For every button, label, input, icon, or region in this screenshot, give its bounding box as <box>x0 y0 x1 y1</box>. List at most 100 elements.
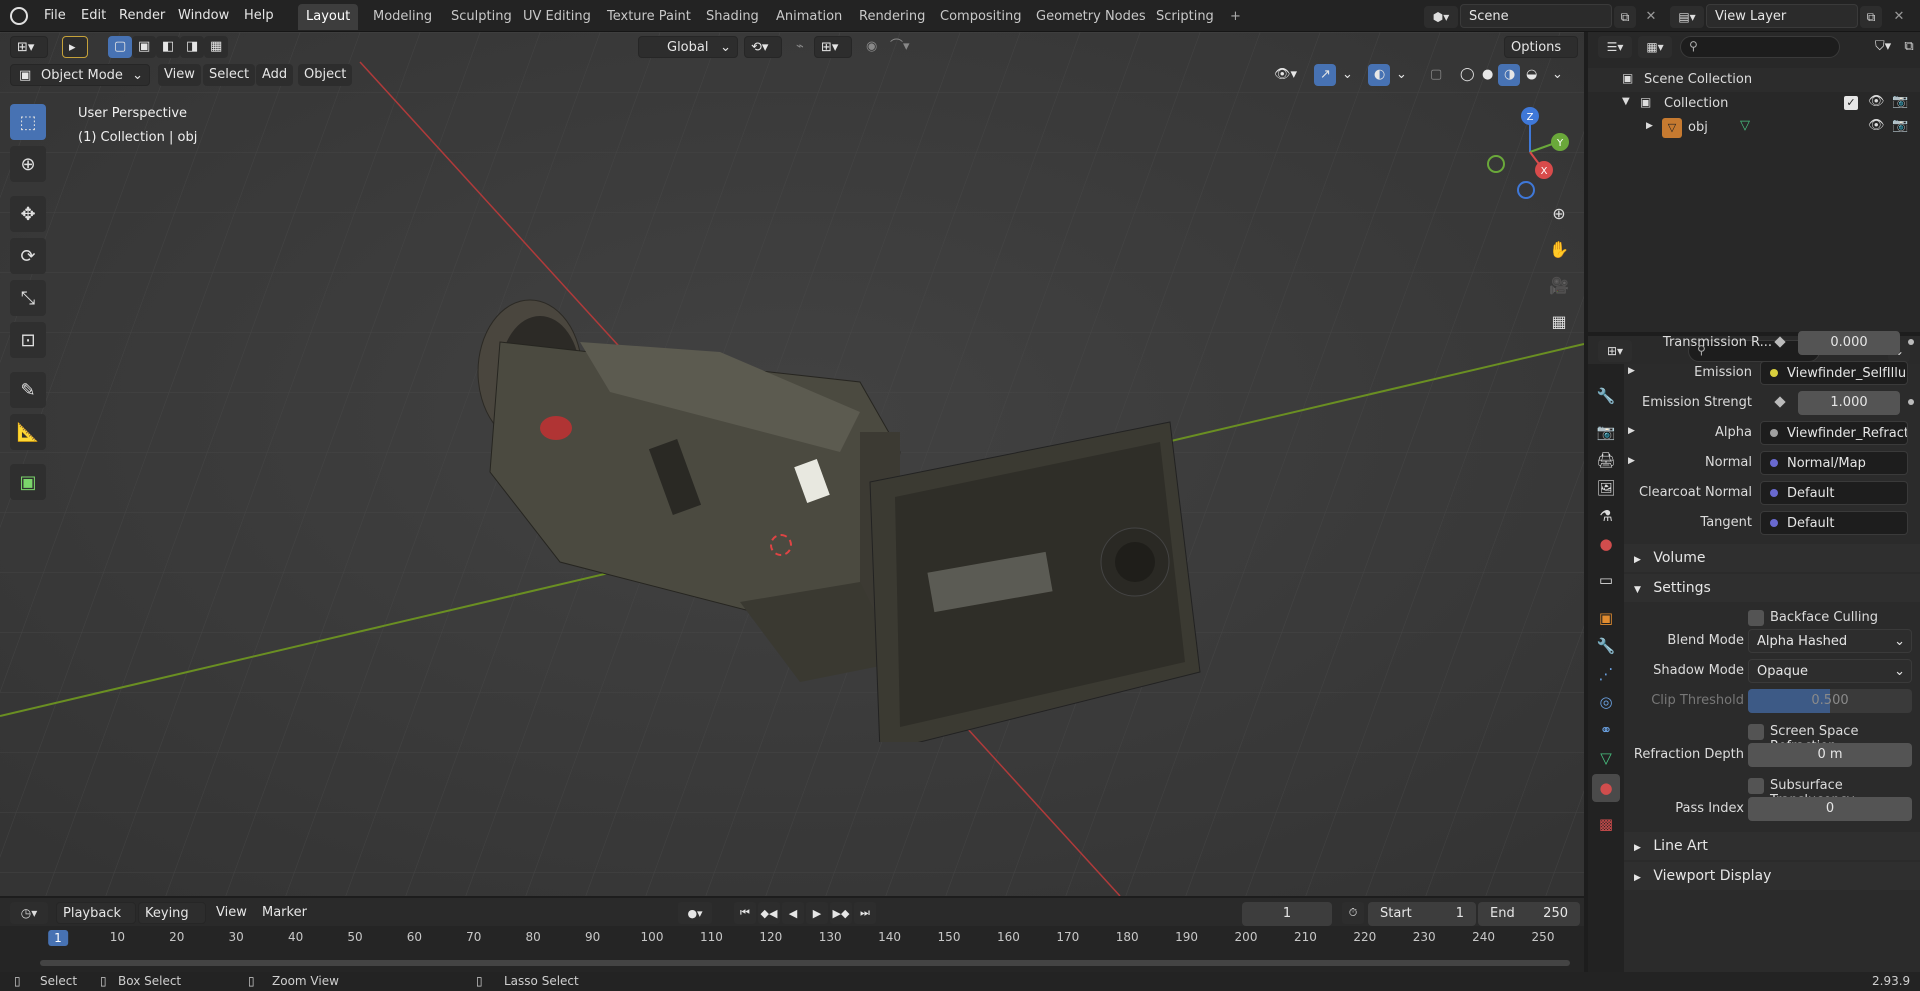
new-view-layer-icon[interactable]: ⧉ <box>1860 6 1882 28</box>
eye-icon[interactable]: 👁 <box>1868 118 1885 133</box>
cursor-tool-icon[interactable]: ⊕ <box>10 146 46 182</box>
line-art-section-header[interactable]: ▶ Line Art <box>1624 832 1920 860</box>
tab-layout[interactable]: Layout <box>298 4 359 30</box>
menu-help[interactable]: Help <box>238 0 280 32</box>
transmission-roughness-field[interactable]: 0.000 <box>1798 331 1900 355</box>
wireframe-shading-icon[interactable]: ◯ <box>1454 64 1476 86</box>
camera-render-icon[interactable]: 📷 <box>1892 118 1908 133</box>
timeline-view-menu[interactable]: View <box>210 902 253 924</box>
keying-menu[interactable]: Keying ⌄ <box>138 902 206 943</box>
tab-compositing[interactable]: Compositing <box>932 4 1030 30</box>
current-frame-field[interactable]: 1 <box>1242 902 1332 926</box>
animate-dot-icon[interactable] <box>1908 339 1914 345</box>
visibility-icon[interactable]: 👁▾ <box>1268 64 1304 86</box>
collection-tab-icon[interactable]: ▭ <box>1592 566 1620 594</box>
select-mode-icon[interactable]: ▸ <box>62 36 88 58</box>
texture-tab-icon[interactable]: ▩ <box>1592 810 1620 838</box>
include-checkbox-icon[interactable]: ✓ <box>1844 96 1858 110</box>
object-mode-dropdown[interactable]: ▣ Object Mode ⌄ <box>10 64 150 86</box>
filter-icon[interactable]: ⛉▾ <box>1868 36 1898 58</box>
tab-animation[interactable]: Animation <box>768 4 850 30</box>
3d-viewport[interactable]: ⊞▾ ▸ ▢ ▣ ◧ ◨ ▦ Global ⌄ ⟲▾ ⌁ ⊞▾ ◉ ⌒▾ Opt… <box>0 32 1584 896</box>
select-invert-icon[interactable]: ◨ <box>180 36 204 58</box>
tool-tab-icon[interactable]: 🔧 <box>1592 382 1620 410</box>
stopwatch-icon[interactable]: ⏱ <box>1342 902 1364 924</box>
editor-type-icon[interactable]: ⊞▾ <box>10 36 48 58</box>
gizmo-dropdown-icon[interactable]: ⌄ <box>1336 64 1356 86</box>
shadow-mode-dropdown[interactable]: Opaque ⌄ <box>1748 659 1912 683</box>
keyframe-dot-icon[interactable] <box>1774 336 1786 348</box>
jump-start-icon[interactable]: ⏮ <box>734 902 756 924</box>
tab-texture-paint[interactable]: Texture Paint <box>599 4 699 30</box>
normal-link-field[interactable]: Normal/Map <box>1760 451 1908 475</box>
outliner-search-input[interactable]: ⚲ <box>1680 36 1840 58</box>
alpha-link-field[interactable]: Viewfinder_Refracti... <box>1760 421 1908 445</box>
constraints-tab-icon[interactable]: ⚭ <box>1592 716 1620 744</box>
snap-icon[interactable]: ⌁ <box>790 36 814 58</box>
object-menu[interactable]: Object <box>298 64 353 86</box>
properties-editor-type-icon[interactable]: ⊞▾ <box>1598 340 1632 362</box>
transform-tool-icon[interactable]: ⊡ <box>10 322 46 358</box>
menu-render[interactable]: Render <box>113 0 171 32</box>
timeline-editor-type-icon[interactable]: ◷▾ <box>10 902 48 924</box>
select-new-icon[interactable]: ▢ <box>108 36 132 58</box>
scale-tool-icon[interactable]: ⤡ <box>10 280 46 316</box>
particles-tab-icon[interactable]: ⋰ <box>1592 660 1620 688</box>
tab-modeling[interactable]: Modeling <box>365 4 440 30</box>
current-frame-marker[interactable]: 1 <box>48 930 68 946</box>
clip-threshold-slider[interactable]: 0.500 <box>1748 689 1912 713</box>
rendered-shading-icon[interactable]: ◒ <box>1520 64 1542 86</box>
ortho-grid-icon[interactable]: ▦ <box>1544 306 1574 336</box>
transform-orientation-dropdown[interactable]: Global ⌄ <box>638 36 738 58</box>
shading-dropdown-icon[interactable]: ⌄ <box>1546 64 1566 86</box>
snap-target-icon[interactable]: ⊞▾ <box>814 36 852 58</box>
blender-logo-icon[interactable] <box>10 7 28 25</box>
overlay-toggle-icon[interactable]: ◐ <box>1368 64 1390 86</box>
modifier-tab-icon[interactable]: 🔧 <box>1592 632 1620 660</box>
navigation-gizmo[interactable]: Z Y X <box>1476 102 1584 202</box>
view-layer-tab-icon[interactable]: 🖼 <box>1592 474 1620 502</box>
object-tab-icon[interactable]: ▣ <box>1592 604 1620 632</box>
emission-link-field[interactable]: Viewfinder_SelfIllum... <box>1760 361 1908 385</box>
view-layer-name-field[interactable]: View Layer <box>1706 4 1858 28</box>
viewport-display-section-header[interactable]: ▶ Viewport Display <box>1624 862 1920 890</box>
world-tab-icon[interactable]: ● <box>1592 530 1620 558</box>
emission-strength-field[interactable]: 1.000 <box>1798 391 1900 415</box>
camera-render-icon[interactable]: 📷 <box>1892 94 1908 109</box>
annotate-tool-icon[interactable]: ✎ <box>10 372 46 408</box>
delete-view-layer-icon[interactable]: ✕ <box>1888 6 1910 28</box>
options-dropdown[interactable]: Options ⌄ <box>1504 36 1578 77</box>
end-frame-field[interactable]: End 250 <box>1478 902 1580 926</box>
add-cube-tool-icon[interactable]: ▣ <box>10 464 46 500</box>
animate-dot-icon[interactable] <box>1908 399 1914 405</box>
physics-tab-icon[interactable]: ◎ <box>1592 688 1620 716</box>
collection-row[interactable]: ▼ ▣ Collection ✓ 👁 📷 <box>1588 92 1920 116</box>
falloff-icon[interactable]: ⌒▾ <box>884 36 920 58</box>
new-scene-icon[interactable]: ⧉ <box>1614 6 1636 28</box>
jump-keyframe-back-icon[interactable]: ◆◀ <box>758 902 780 924</box>
select-intersect-icon[interactable]: ▦ <box>204 36 228 58</box>
playback-menu[interactable]: Playback ⌄ <box>56 902 136 943</box>
rotate-tool-icon[interactable]: ⟳ <box>10 238 46 274</box>
eye-icon[interactable]: 👁 <box>1868 94 1885 109</box>
move-tool-icon[interactable]: ✥ <box>10 196 46 232</box>
tab-rendering[interactable]: Rendering <box>851 4 933 30</box>
scene-browse-icon[interactable]: ⬢▾ <box>1424 6 1458 28</box>
view-menu[interactable]: View <box>158 64 201 86</box>
camera-object[interactable] <box>440 282 1240 742</box>
play-reverse-icon[interactable]: ◀ <box>782 902 804 924</box>
jump-end-icon[interactable]: ⏭ <box>854 902 876 924</box>
settings-section-header[interactable]: ▼ Settings <box>1624 574 1920 602</box>
menu-file[interactable]: File <box>38 0 72 32</box>
mesh-data-tab-icon[interactable]: ▽ <box>1592 744 1620 772</box>
view-layer-browse-icon[interactable]: ▤▾ <box>1670 6 1704 28</box>
marker-menu[interactable]: Marker <box>256 902 313 924</box>
keyframe-dot-icon[interactable] <box>1774 396 1786 408</box>
solid-shading-icon[interactable]: ● <box>1476 64 1498 86</box>
collapse-arrow-icon[interactable]: ▼ <box>1622 96 1630 107</box>
pivot-point-icon[interactable]: ⟲▾ <box>744 36 782 58</box>
blend-mode-dropdown[interactable]: Alpha Hashed ⌄ <box>1748 629 1912 653</box>
record-icon[interactable]: ●▾ <box>678 902 712 924</box>
camera-view-icon[interactable]: 🎥 <box>1544 270 1574 300</box>
menu-edit[interactable]: Edit <box>75 0 112 32</box>
